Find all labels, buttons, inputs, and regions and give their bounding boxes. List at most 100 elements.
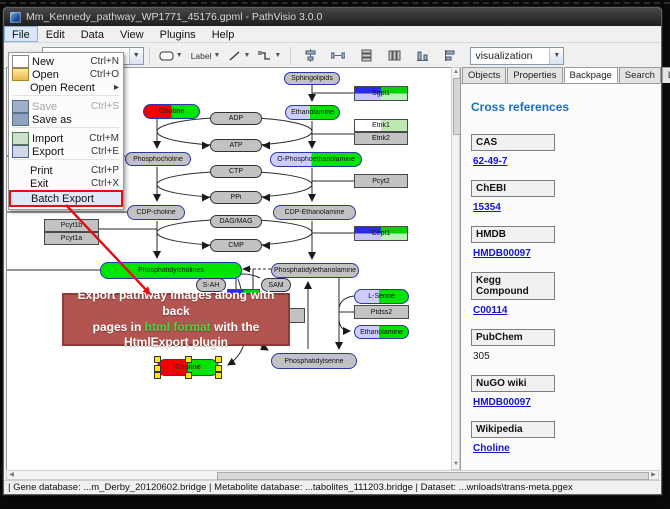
scroll-down-icon[interactable]: ▼ [452, 460, 460, 469]
menu-bar: File Edit Data View Plugins Help [4, 26, 661, 43]
menubar-item[interactable]: Data [73, 26, 112, 42]
desktop-edge [0, 2, 670, 4]
pathway-node[interactable]: CDP-Ethanolamine [273, 205, 356, 220]
new-line-button[interactable]: ▼ [225, 45, 253, 66]
pathway-node[interactable]: Choline [143, 104, 200, 119]
pathway-node[interactable]: Ethanolamine [354, 325, 409, 339]
xref-section: ChEBI 15354 [469, 180, 652, 219]
align-left-button[interactable] [437, 45, 463, 66]
xref-link[interactable]: 305 [473, 351, 490, 362]
selection-handle[interactable] [154, 372, 161, 379]
pathway-node[interactable]: CDP-choline [127, 205, 185, 220]
new-datanode-button[interactable]: ▼ [156, 45, 186, 66]
file-menu-item[interactable]: Batch Export [11, 192, 121, 205]
menubar-item[interactable]: Help [204, 26, 243, 42]
file-menu-item[interactable] [13, 95, 119, 99]
menu-item-icon [12, 55, 29, 68]
pathway-node[interactable]: CMP [210, 239, 262, 252]
file-menu-item[interactable]: Save Ctrl+S [10, 100, 122, 113]
stack-columns-button[interactable] [381, 45, 407, 66]
canvas-horizontal-scrollbar[interactable]: ◀ ▶ [6, 470, 659, 480]
pathway-node[interactable]: CTP [210, 165, 262, 178]
stack-rows-button[interactable] [353, 45, 379, 66]
file-menu-item[interactable]: Import Ctrl+M [10, 132, 122, 145]
panel-tab[interactable]: Search [619, 67, 661, 83]
file-menu-item[interactable]: Exit Ctrl+X [10, 177, 122, 190]
pathway-node[interactable]: Etnk1 [354, 119, 408, 132]
file-menu-item[interactable]: Export Ctrl+E [10, 145, 122, 158]
visualization-combobox[interactable]: visualization ▼ [470, 47, 564, 65]
scroll-right-icon[interactable]: ▶ [649, 471, 658, 479]
new-label-button[interactable]: Label ▼ [188, 45, 224, 66]
selection-handle[interactable] [154, 356, 161, 363]
file-menu-item[interactable] [13, 159, 119, 163]
panel-tab[interactable]: Backpage [564, 67, 618, 83]
pathway-node[interactable]: PPi [210, 191, 262, 204]
pathway-node[interactable]: Ptdss2 [354, 305, 409, 319]
pathway-node[interactable]: Phosphatidylserine [271, 353, 357, 369]
pathway-node[interactable]: Cept1 [354, 226, 408, 241]
file-menu-item[interactable]: New Ctrl+N [10, 55, 122, 68]
chevron-down-icon[interactable]: ▼ [129, 48, 143, 64]
pathway-node[interactable]: Etnk2 [354, 132, 408, 145]
pathway-node[interactable]: ATP [210, 139, 262, 152]
pathway-node[interactable]: Phosphocholine [125, 152, 191, 166]
pathway-node[interactable]: Pcyt1b [44, 219, 99, 232]
file-menu-item[interactable]: Save as [10, 113, 122, 126]
pathway-node[interactable]: ADP [210, 112, 262, 125]
pathway-node[interactable]: DAG/MAG [210, 215, 262, 228]
pathway-node[interactable]: O-Phosphoethanolamine [270, 152, 362, 167]
scroll-left-icon[interactable]: ◀ [7, 471, 16, 479]
distribute-horizontal-button[interactable] [325, 45, 351, 66]
pathway-node[interactable]: Choline [157, 359, 219, 376]
panel-tab[interactable]: Properties [507, 67, 562, 83]
menubar-item[interactable]: Edit [38, 26, 73, 42]
xref-database-name: Kegg Compound [471, 272, 555, 300]
scrollbar-thumb[interactable] [217, 472, 649, 480]
align-bottom-button[interactable] [409, 45, 435, 66]
xref-database-name: ChEBI [471, 180, 555, 197]
side-panel: Objects Properties Backpage Search Legen… [460, 67, 660, 470]
pathway-node[interactable]: Ethanolamine [285, 105, 340, 120]
selection-handle[interactable] [215, 365, 222, 372]
menubar-item[interactable]: View [112, 26, 152, 42]
file-menu-item[interactable]: Print Ctrl+P [10, 164, 122, 177]
xref-link[interactable]: HMDB00097 [473, 397, 531, 408]
chevron-down-icon[interactable]: ▼ [549, 48, 563, 64]
align-center-button[interactable] [297, 45, 323, 66]
pathway-node[interactable]: L-Serine [354, 289, 409, 304]
panel-tab[interactable]: Objects [462, 67, 506, 83]
selection-handle[interactable] [185, 372, 192, 379]
pathway-node[interactable]: Sgpl1 [354, 86, 408, 101]
pathway-node[interactable]: Phosphatidylcholines [100, 262, 242, 279]
pathway-node[interactable]: Pcyt2 [354, 174, 408, 188]
pathway-node[interactable]: Pcyt1a [44, 232, 99, 245]
scroll-up-icon[interactable]: ▲ [452, 68, 460, 77]
selection-handle[interactable] [154, 365, 161, 372]
panel-tab[interactable]: Legend [662, 67, 670, 83]
xref-link[interactable]: 62-49-7 [473, 156, 507, 167]
title-bar[interactable]: Mm_Kennedy_pathway_WP1771_45176.gpml - P… [4, 8, 661, 26]
cross-references-title: Cross references [471, 100, 650, 114]
file-menu-item[interactable]: Open Ctrl+O [10, 68, 122, 81]
align-left-icon [444, 49, 457, 62]
selection-handle[interactable] [215, 372, 222, 379]
menubar-item[interactable]: Plugins [152, 26, 204, 42]
pathway-node[interactable]: Sphingolipids [284, 72, 340, 85]
align-bottom-icon [416, 49, 429, 62]
menubar-item[interactable]: File [4, 26, 38, 42]
xref-link[interactable]: 15354 [473, 202, 501, 213]
canvas-vertical-scrollbar[interactable]: ▲ ▼ [451, 67, 460, 470]
pathway-node[interactable]: Phosphatidylethanolamine [271, 263, 359, 278]
status-bar: | Gene database: ...m_Derby_20120602.bri… [4, 480, 661, 493]
selection-handle[interactable] [185, 356, 192, 363]
selection-handle[interactable] [215, 356, 222, 363]
xref-link[interactable]: Choline [473, 443, 510, 454]
new-connector-button[interactable]: ▼ [255, 45, 284, 66]
xref-link[interactable]: HMDB00097 [473, 248, 531, 259]
menu-item-icon [12, 145, 29, 158]
xref-link[interactable]: C00114 [473, 305, 507, 316]
file-menu-item[interactable] [13, 127, 119, 131]
file-menu-item[interactable]: Open Recent ▸ [10, 81, 122, 94]
menu-item-icon [13, 193, 28, 204]
